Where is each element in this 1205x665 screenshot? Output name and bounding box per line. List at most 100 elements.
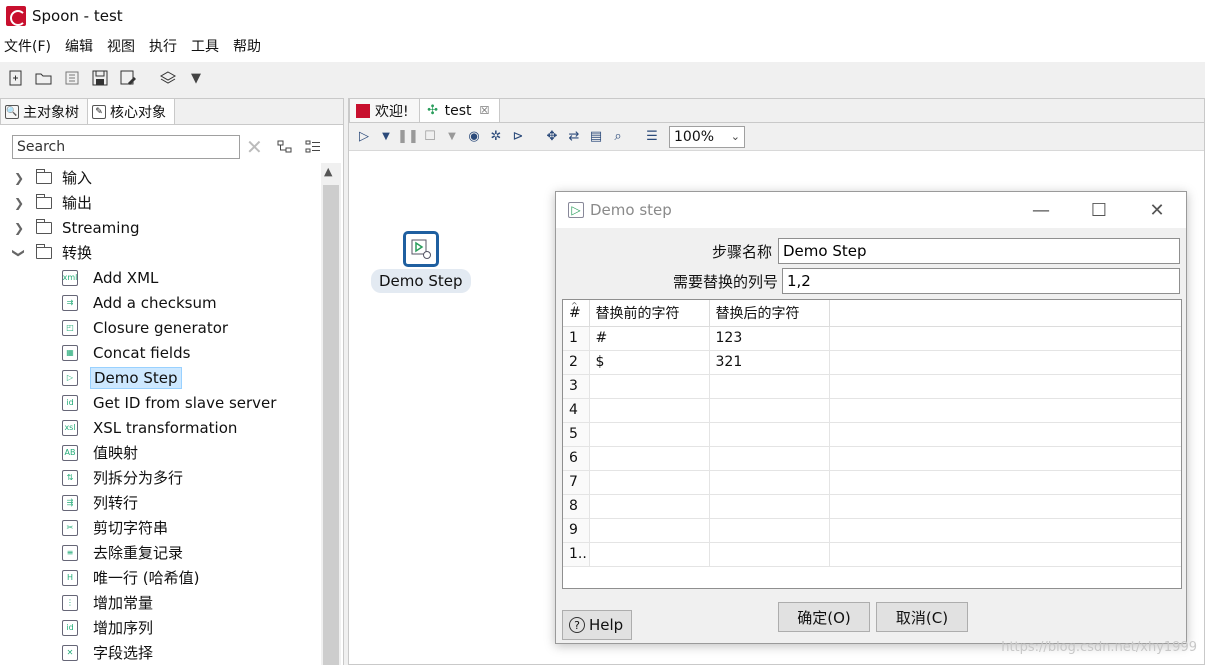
table-row[interactable]: 7	[563, 470, 1181, 495]
open-folder-icon[interactable]	[35, 69, 53, 87]
table-row[interactable]: 1 #123	[563, 326, 1181, 351]
search-input[interactable]	[12, 135, 240, 159]
scrollbar-thumb[interactable]	[323, 185, 339, 665]
tree-step-item[interactable]: ▦ Concat fields	[0, 340, 320, 365]
cell-after[interactable]	[709, 374, 830, 399]
close-tab-icon[interactable]: ☒	[480, 104, 490, 117]
menu-run[interactable]: 执行	[149, 36, 177, 56]
pause-icon[interactable]: ❚❚	[397, 129, 419, 145]
menu-file[interactable]: 文件(F)	[4, 36, 51, 56]
scroll-up-icon[interactable]: ▲	[324, 165, 332, 178]
ok-button[interactable]: 确定(O)	[778, 602, 870, 632]
table-row[interactable]: 9	[563, 518, 1181, 543]
tab-core-objects[interactable]: ✎ 核心对象	[87, 98, 175, 124]
menu-view[interactable]: 视图	[107, 36, 135, 56]
menu-help[interactable]: 帮助	[233, 36, 261, 56]
help-button[interactable]: ? Help	[562, 610, 632, 640]
tree-step-item[interactable]: id Get ID from slave server	[0, 390, 320, 415]
table-row[interactable]: 2 $321	[563, 350, 1181, 375]
new-file-icon[interactable]	[7, 69, 25, 87]
grid-header-before[interactable]: 替换前的字符	[589, 300, 710, 327]
cell-after[interactable]: 321	[709, 350, 830, 375]
table-row[interactable]: 5	[563, 422, 1181, 447]
tree-step-item[interactable]: ⇉ Add a checksum	[0, 290, 320, 315]
cell-before[interactable]	[589, 470, 710, 495]
table-row[interactable]: 1..	[563, 542, 1181, 567]
zoom-select[interactable]: 100% ⌄	[669, 125, 745, 148]
tree-step-item[interactable]: xsl XSL transformation	[0, 415, 320, 440]
menu-tools[interactable]: 工具	[191, 36, 219, 56]
maximize-icon[interactable]: ☐	[1070, 200, 1128, 221]
cell-after[interactable]	[709, 446, 830, 471]
tree-step-item[interactable]: xml Add XML	[0, 265, 320, 290]
tree-folder-streaming[interactable]: ❯ Streaming	[0, 215, 320, 240]
cell-after[interactable]	[709, 470, 830, 495]
columns-input[interactable]	[782, 268, 1180, 294]
explore-db-icon[interactable]: ⌕	[610, 129, 626, 145]
tree-folder-transform[interactable]: ❯ 转换	[0, 240, 320, 265]
save-as-icon[interactable]	[119, 69, 137, 87]
sql-icon[interactable]: ▤	[588, 129, 604, 145]
table-row[interactable]: 3	[563, 374, 1181, 399]
collapse-tree-icon[interactable]	[276, 139, 294, 155]
cell-before[interactable]	[589, 542, 710, 567]
tree-step-item[interactable]: ⇅ 列拆分为多行	[0, 465, 320, 490]
tree-step-item[interactable]: ✕ 字段选择	[0, 640, 320, 665]
cell-before[interactable]	[589, 446, 710, 471]
impact-icon[interactable]: ⇄	[566, 129, 582, 145]
cell-before[interactable]: $	[589, 350, 710, 375]
expand-tree-icon[interactable]	[304, 139, 322, 155]
tree-step-item-selected[interactable]: ▷ Demo Step	[0, 365, 320, 390]
chevron-right-icon[interactable]: ❯	[12, 196, 26, 210]
show-results-icon[interactable]: ☰	[644, 129, 660, 145]
chevron-down-icon[interactable]: ❯	[12, 246, 26, 260]
cell-before[interactable]	[589, 374, 710, 399]
replace-grid[interactable]: ^ # 替换前的字符 替换后的字符 1 #123 2 $321 3 4 5 6 7 …	[562, 299, 1182, 589]
cell-before[interactable]	[589, 494, 710, 519]
tab-welcome[interactable]: 欢迎!	[349, 98, 420, 122]
cell-after[interactable]: 123	[709, 326, 830, 351]
tree-step-item[interactable]: id 增加序列	[0, 615, 320, 640]
cell-after[interactable]	[709, 518, 830, 543]
tree-step-item[interactable]: ≡ 去除重复记录	[0, 540, 320, 565]
cell-after[interactable]	[709, 422, 830, 447]
clear-search-icon[interactable]: ✕	[246, 135, 266, 159]
run-icon[interactable]: ▷	[356, 129, 372, 145]
chevron-right-icon[interactable]: ❯	[12, 221, 26, 235]
demo-step-node-label[interactable]: Demo Step	[371, 269, 471, 293]
cell-after[interactable]	[709, 398, 830, 423]
grid-header-after[interactable]: 替换后的字符	[709, 300, 830, 327]
table-row[interactable]: 4	[563, 398, 1181, 423]
tree-scrollbar[interactable]: ▲	[321, 163, 341, 665]
tree-step-item[interactable]: ✂ 剪切字符串	[0, 515, 320, 540]
tree-step-item[interactable]: AB 值映射	[0, 440, 320, 465]
cell-before[interactable]	[589, 422, 710, 447]
stop-icon[interactable]: ☐	[422, 129, 438, 145]
chevron-down-icon[interactable]: ▼	[187, 69, 205, 87]
verify-icon[interactable]: ✥	[544, 129, 560, 145]
tab-test[interactable]: ✣ test ☒	[418, 98, 501, 122]
chevron-right-icon[interactable]: ❯	[12, 171, 26, 185]
cell-before[interactable]: #	[589, 326, 710, 351]
tree-step-item[interactable]: ⋮ 增加常量	[0, 590, 320, 615]
close-icon[interactable]: ✕	[1128, 200, 1186, 221]
replay-icon[interactable]: ⊳	[510, 129, 526, 145]
tree-step-item[interactable]: ⇶ 列转行	[0, 490, 320, 515]
demo-step-node[interactable]	[403, 231, 439, 267]
tree-folder-input[interactable]: ❯ 输入	[0, 165, 320, 190]
cell-before[interactable]	[589, 398, 710, 423]
tab-main-tree[interactable]: 🔍 主对象树	[0, 98, 88, 124]
run-options-dropdown-icon[interactable]: ▼	[378, 129, 394, 145]
tree-step-item[interactable]: H 唯一行 (哈希值)	[0, 565, 320, 590]
cancel-button[interactable]: 取消(C)	[876, 602, 968, 632]
table-row[interactable]: 6	[563, 446, 1181, 471]
preview-eye-icon[interactable]: ◉	[466, 129, 482, 145]
minimize-icon[interactable]: —	[1012, 200, 1070, 221]
table-row[interactable]: 8	[563, 494, 1181, 519]
layers-perspective-icon[interactable]	[159, 69, 177, 87]
cell-after[interactable]	[709, 494, 830, 519]
debug-bug-icon[interactable]: ✲	[488, 129, 504, 145]
cell-after[interactable]	[709, 542, 830, 567]
menu-edit[interactable]: 编辑	[65, 36, 93, 56]
save-icon[interactable]	[91, 69, 109, 87]
